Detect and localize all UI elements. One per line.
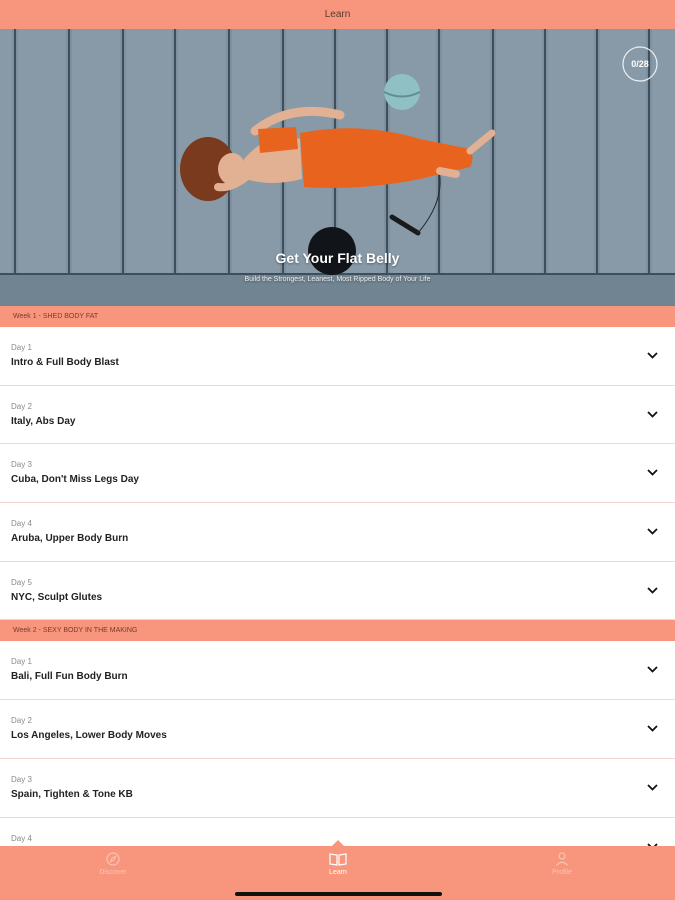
tab-label: Discover	[99, 869, 127, 876]
progress-indicator: 0/28	[621, 45, 659, 83]
chevron-down-icon[interactable]	[646, 525, 659, 538]
workout-name: Aruba, Upper Body Burn	[11, 533, 129, 545]
book-icon	[329, 853, 347, 866]
tab-label: Learn	[329, 869, 347, 876]
workout-name: Los Angeles, Lower Body Moves	[11, 730, 167, 742]
compass-icon	[106, 852, 120, 866]
chevron-down-icon[interactable]	[646, 584, 659, 597]
week-header: Week 1 - SHED BODY FAT	[0, 306, 675, 327]
workout-name: Intro & Full Body Blast	[11, 357, 119, 368]
week-label: Week 2 - SEXY BODY IN THE MAKING	[13, 627, 138, 635]
day-number: Day 1	[11, 657, 32, 667]
day-number: Day 4	[11, 833, 32, 843]
chevron-down-icon[interactable]	[646, 408, 659, 421]
day-row[interactable]: Day 2 Los Angeles, Lower Body Moves	[0, 700, 675, 759]
workout-name: Cuba, Don't Miss Legs Day	[11, 474, 139, 486]
day-number: Day 2	[11, 401, 32, 411]
tab-profile[interactable]: Profile	[522, 852, 602, 876]
day-number: Day 1	[11, 343, 32, 352]
person-icon	[556, 852, 568, 866]
chevron-down-icon[interactable]	[646, 781, 659, 794]
program-subtitle: Build the Strongest, Leanest, Most Rippe…	[244, 276, 431, 283]
day-number: Day 5	[11, 577, 32, 587]
page-title: Learn	[324, 9, 351, 20]
day-number: Day 4	[11, 519, 32, 529]
active-tab-notch	[331, 840, 345, 847]
top-navigation-bar: Learn	[0, 0, 675, 29]
workout-name: Bali, Full Fun Body Burn	[11, 671, 128, 683]
workout-name: NYC, Sculpt Glutes	[11, 591, 103, 603]
tab-learn[interactable]: Learn	[298, 852, 378, 876]
day-number: Day 2	[11, 716, 32, 726]
week-label: Week 1 - SHED BODY FAT	[13, 313, 99, 320]
workout-schedule-list[interactable]: Week 1 - SHED BODY FAT Day 1 Intro & Ful…	[0, 306, 675, 846]
workout-name: Italy, Abs Day	[11, 415, 76, 427]
program-hero-banner[interactable]: 0/28 Get Your Flat Belly Build the Stron…	[0, 29, 675, 306]
progress-count: 0/28	[631, 59, 649, 69]
program-title: Get Your Flat Belly	[275, 250, 400, 266]
chevron-down-icon[interactable]	[646, 663, 659, 676]
chevron-down-icon[interactable]	[646, 722, 659, 735]
day-row[interactable]: Day 1 Bali, Full Fun Body Burn	[0, 641, 675, 701]
tab-label: Profile	[552, 869, 572, 876]
day-row[interactable]: Day 1 Intro & Full Body Blast	[0, 327, 675, 386]
day-row[interactable]: Day 3 Spain, Tighten & Tone KB	[0, 758, 675, 818]
day-number: Day 3	[11, 774, 32, 784]
day-row[interactable]: Day 5 NYC, Sculpt Glutes	[0, 561, 675, 621]
tab-discover[interactable]: Discover	[73, 852, 153, 876]
chevron-down-icon[interactable]	[646, 466, 659, 479]
day-row[interactable]: Day 3 Cuba, Don't Miss Legs Day	[0, 444, 675, 504]
day-row[interactable]: Day 2 Italy, Abs Day	[0, 385, 675, 445]
day-number: Day 3	[11, 460, 32, 470]
week-header: Week 2 - SEXY BODY IN THE MAKING	[0, 620, 675, 642]
day-row[interactable]: Day 4 Aruba, Upper Body Burn	[0, 503, 675, 562]
chevron-down-icon[interactable]	[646, 349, 659, 362]
home-indicator	[235, 892, 442, 896]
workout-name: Spain, Tighten & Tone KB	[11, 788, 133, 800]
